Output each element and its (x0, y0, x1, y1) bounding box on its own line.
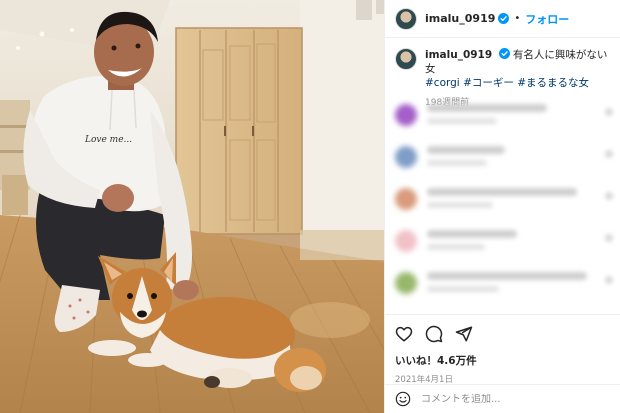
post-photo[interactable]: Love me... (0, 0, 384, 413)
comment-text-blurred (427, 188, 577, 196)
comment-text-blurred (427, 104, 547, 112)
verified-badge-icon (498, 48, 510, 59)
post-header: imalu_0919 • フォロー (385, 0, 620, 38)
caption-avatar[interactable] (395, 48, 417, 70)
comment-meta-blurred (427, 118, 497, 124)
action-icons (395, 323, 611, 345)
comment-row (395, 186, 615, 216)
comment-like-icon (605, 276, 613, 284)
comment-like-icon (605, 234, 613, 242)
hashtag-corgi-jp[interactable]: #コーギー (463, 77, 514, 89)
heart-icon[interactable] (395, 325, 413, 343)
comment-text-blurred (427, 272, 587, 280)
comment-text-blurred (427, 146, 505, 154)
verified-badge-icon (498, 13, 510, 24)
comment-list[interactable] (385, 96, 620, 312)
separator-dot: • (514, 13, 521, 24)
comment-avatar (395, 272, 417, 294)
comment-like-icon (605, 108, 613, 116)
comment-avatar (395, 188, 417, 210)
header-username[interactable]: imalu_0919 (425, 12, 495, 25)
comment-input[interactable] (421, 393, 611, 405)
share-icon[interactable] (455, 325, 473, 343)
avatar[interactable] (395, 7, 417, 30)
comment-meta-blurred (427, 202, 493, 208)
comment-meta-blurred (427, 286, 499, 292)
comment-icon[interactable] (425, 325, 443, 343)
hashtag-marumaruna-onna[interactable]: #まるまるな女 (517, 77, 589, 89)
comment-meta-blurred (427, 160, 487, 166)
comment-meta-blurred (427, 244, 485, 250)
post-sidebar: imalu_0919 • フォロー imalu_0919 有名人に興味がない女 … (384, 0, 620, 413)
comment-row (395, 228, 615, 258)
shirt-print-text: Love me... (84, 135, 132, 145)
comment-avatar (395, 104, 417, 126)
hashtag-corgi[interactable]: #corgi (425, 77, 460, 89)
comment-like-icon (605, 192, 613, 200)
comment-avatar (395, 230, 417, 252)
like-count[interactable]: いいね！4.6万件 (395, 353, 611, 368)
comment-row (395, 144, 615, 174)
comment-row (395, 270, 615, 300)
post-actions: いいね！4.6万件 2021年4月1日 (385, 314, 620, 385)
comment-avatar (395, 146, 417, 168)
comment-row (395, 102, 615, 132)
comment-text-blurred (427, 230, 517, 238)
emoji-icon[interactable] (395, 391, 411, 407)
follow-button[interactable]: フォロー (525, 11, 569, 27)
photo-scene: Love me... (0, 0, 384, 413)
comment-like-icon (605, 150, 613, 158)
caption-username[interactable]: imalu_0919 (425, 49, 492, 61)
add-comment-bar (385, 384, 620, 413)
